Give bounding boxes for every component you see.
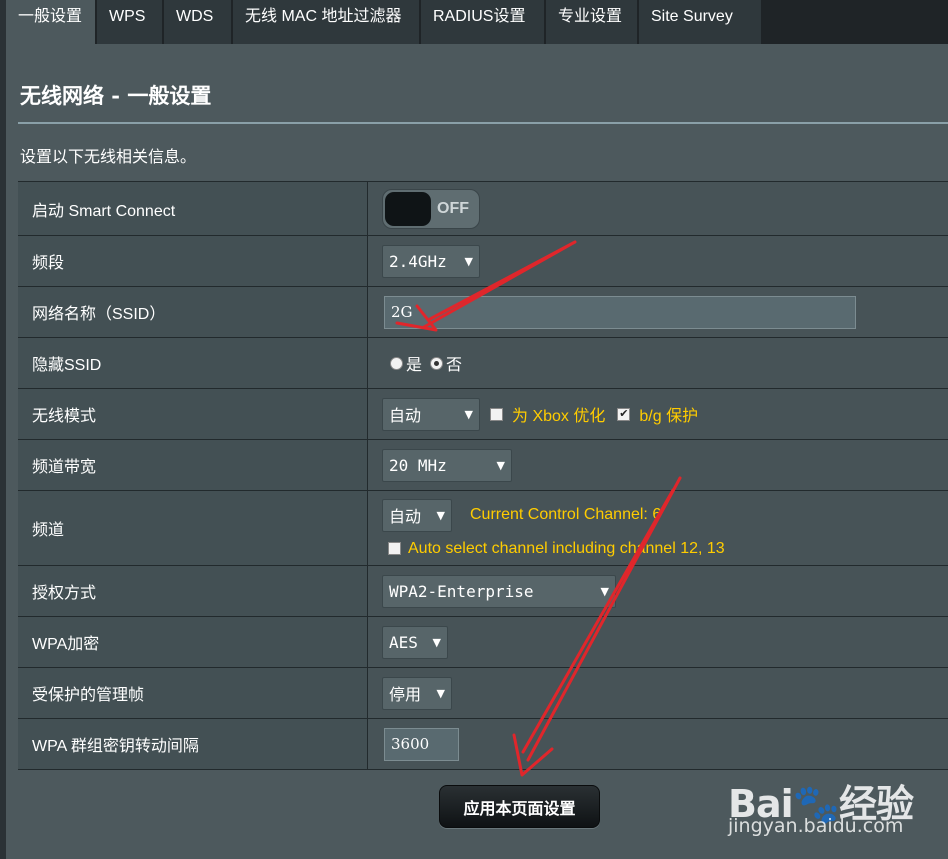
hide-ssid-value: 是 否 <box>368 338 948 388</box>
apply-settings-button[interactable]: 应用本页面设置 <box>439 785 600 828</box>
wireless-mode-label: 无线模式 <box>18 389 368 439</box>
chevron-down-icon: ▼ <box>436 508 445 522</box>
auth-select-value: WPA2-Enterprise <box>389 581 534 601</box>
current-channel-text: Current Control Channel: 6 <box>470 506 662 523</box>
band-select[interactable]: 2.4GHz ▼ <box>382 244 480 278</box>
wpa-encryption-select[interactable]: AES ▼ <box>382 625 448 659</box>
tab-professional[interactable]: 专业设置 <box>546 0 637 44</box>
auto-select-channel-label: Auto select channel including channel 12… <box>408 539 725 557</box>
page-description: 设置以下无线相关信息。 <box>20 149 197 166</box>
row-wpa-encryption: WPA加密 AES ▼ <box>18 617 948 668</box>
paw-icon: 🐾 <box>792 782 840 826</box>
router-settings-page: 一般设置 WPS WDS 无线 MAC 地址过滤器 RADIUS设置 专业设置 … <box>0 0 948 859</box>
ssid-value <box>368 287 948 337</box>
page-title: 无线网络 - 一般设置 <box>20 83 212 108</box>
watermark-url: jingyan.baidu.com <box>728 815 904 837</box>
xbox-checkbox[interactable] <box>490 407 503 421</box>
wpa-encryption-label: WPA加密 <box>18 617 368 667</box>
bandwidth-label: 频道带宽 <box>18 440 368 490</box>
smart-connect-label: 启动 Smart Connect <box>18 182 368 235</box>
channel-bottom-line: Auto select channel including channel 12… <box>388 540 725 558</box>
row-ssid: 网络名称（SSID） <box>18 287 948 338</box>
chevron-down-icon: ▼ <box>464 254 473 268</box>
auth-value: WPA2-Enterprise ▼ <box>368 566 948 616</box>
row-smart-connect: 启动 Smart Connect OFF <box>18 182 948 236</box>
chevron-down-icon: ▼ <box>496 458 505 472</box>
pmf-select-value: 停用 <box>389 685 422 704</box>
xbox-label: 为 Xbox 优化 <box>512 408 606 425</box>
chevron-down-icon: ▼ <box>432 635 441 649</box>
row-hide-ssid: 隐藏SSID 是 否 <box>18 338 948 389</box>
watermark-logo: Bai🐾经验 <box>728 773 914 828</box>
gtk-interval-input[interactable] <box>384 727 459 761</box>
band-label: 频段 <box>18 236 368 286</box>
hide-ssid-no-radio[interactable] <box>430 356 444 370</box>
tab-radius[interactable]: RADIUS设置 <box>421 0 544 44</box>
auth-label: 授权方式 <box>18 566 368 616</box>
channel-select[interactable]: 自动 ▼ <box>382 498 452 532</box>
pmf-label: 受保护的管理帧 <box>18 668 368 718</box>
bandwidth-value: 20 MHz ▼ <box>368 440 948 490</box>
bandwidth-select[interactable]: 20 MHz ▼ <box>382 448 512 482</box>
left-edge <box>0 0 6 859</box>
ssid-label: 网络名称（SSID） <box>18 287 368 337</box>
watermark-brand: Bai <box>728 782 794 826</box>
watermark-brand2: 经验 <box>838 782 914 826</box>
toggle-state-text: OFF <box>437 199 469 217</box>
toggle-knob <box>385 191 431 226</box>
channel-select-value: 自动 <box>389 507 422 526</box>
smart-connect-value: OFF <box>368 182 948 235</box>
smart-connect-toggle[interactable]: OFF <box>382 188 480 229</box>
tab-wds[interactable]: WDS <box>164 0 231 44</box>
tab-site-survey[interactable]: Site Survey <box>639 0 761 44</box>
bg-protection-checkbox[interactable]: ✔ <box>617 407 631 421</box>
row-channel: 频道 自动 ▼ Current Control Channel: 6 Auto … <box>18 491 948 566</box>
settings-table: 启动 Smart Connect OFF 频段 2.4GHz ▼ 网络名称（SS… <box>18 181 948 770</box>
gtk-interval-value <box>368 719 948 769</box>
gtk-interval-label: WPA 群组密钥转动间隔 <box>18 719 368 769</box>
wireless-mode-value: 自动 ▼ 为 Xbox 优化 ✔ b/g 保护 <box>368 389 948 439</box>
hide-ssid-yes-label: 是 <box>406 357 423 374</box>
channel-label: 频道 <box>18 491 368 565</box>
row-wireless-mode: 无线模式 自动 ▼ 为 Xbox 优化 ✔ b/g 保护 <box>18 389 948 440</box>
ssid-input[interactable] <box>384 295 856 329</box>
pmf-select[interactable]: 停用 ▼ <box>382 676 452 710</box>
wpa-encryption-select-value: AES <box>389 632 418 652</box>
row-pmf: 受保护的管理帧 停用 ▼ <box>18 668 948 719</box>
tab-bar: 一般设置 WPS WDS 无线 MAC 地址过滤器 RADIUS设置 专业设置 … <box>6 0 948 44</box>
row-gtk-interval: WPA 群组密钥转动间隔 <box>18 719 948 770</box>
row-band: 频段 2.4GHz ▼ <box>18 236 948 287</box>
chevron-down-icon: ▼ <box>436 686 445 700</box>
tab-mac-filter[interactable]: 无线 MAC 地址过滤器 <box>233 0 419 44</box>
bandwidth-select-value: 20 MHz <box>389 455 447 475</box>
chevron-down-icon: ▼ <box>464 407 473 421</box>
chevron-down-icon: ▼ <box>600 584 609 598</box>
wireless-mode-select[interactable]: 自动 ▼ <box>382 397 480 431</box>
channel-top-line: 自动 ▼ Current Control Channel: 6 <box>382 498 662 532</box>
hide-ssid-no-label: 否 <box>446 357 463 374</box>
hide-ssid-yes-radio[interactable] <box>390 356 403 370</box>
row-bandwidth: 频道带宽 20 MHz ▼ <box>18 440 948 491</box>
channel-value: 自动 ▼ Current Control Channel: 6 Auto sel… <box>368 491 948 565</box>
auth-select[interactable]: WPA2-Enterprise ▼ <box>382 574 616 608</box>
title-divider <box>18 122 948 124</box>
band-value: 2.4GHz ▼ <box>368 236 948 286</box>
wireless-mode-select-value: 自动 <box>389 406 422 425</box>
auto-select-channel-checkbox[interactable] <box>388 542 401 555</box>
wpa-encryption-value: AES ▼ <box>368 617 948 667</box>
hide-ssid-label: 隐藏SSID <box>18 338 368 388</box>
tab-wps[interactable]: WPS <box>97 0 162 44</box>
row-auth: 授权方式 WPA2-Enterprise ▼ <box>18 566 948 617</box>
tab-general[interactable]: 一般设置 <box>6 0 95 44</box>
pmf-value: 停用 ▼ <box>368 668 948 718</box>
band-select-value: 2.4GHz <box>389 251 447 271</box>
bg-protection-label: b/g 保护 <box>639 408 699 425</box>
